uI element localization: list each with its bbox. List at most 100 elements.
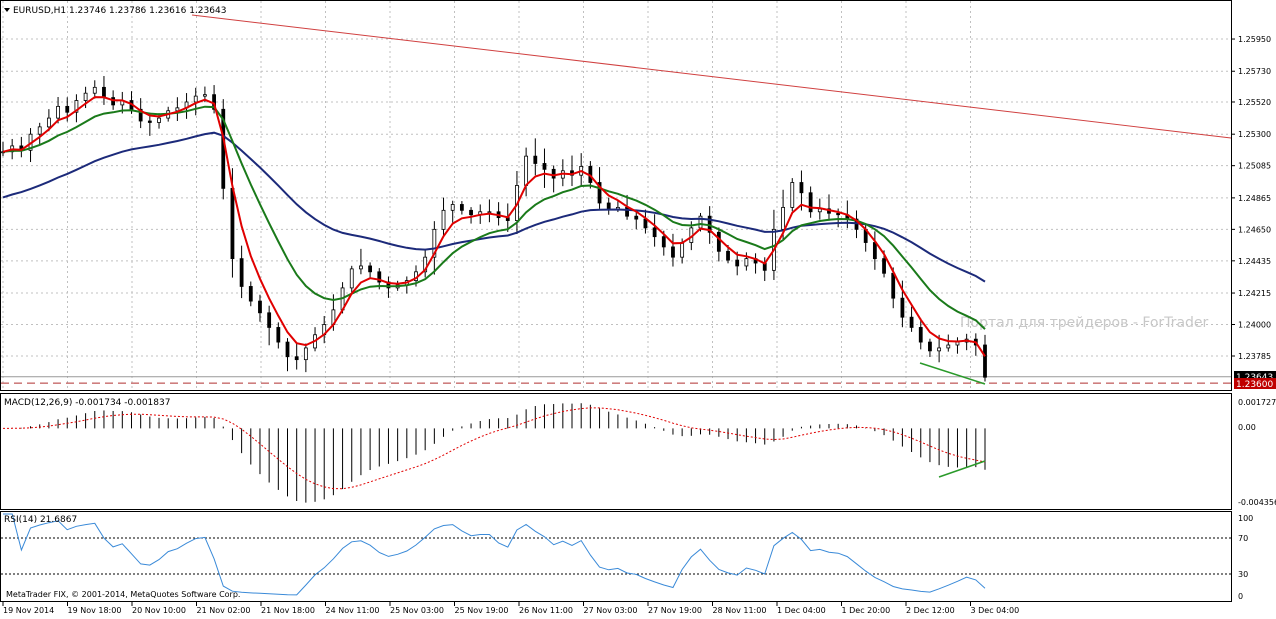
candle-body [909,316,914,328]
candle-body [882,258,886,274]
candle-body [239,258,244,287]
candle-body [551,168,556,179]
price-panel-frame [0,0,1232,391]
candle-body [303,347,308,361]
macd-tick-top: 0.001727 [1238,398,1276,407]
candle-body [680,242,685,258]
candle-body [258,300,262,314]
candle-body [203,94,207,97]
time-tick-label: 3 Dec 04:00 [971,606,1020,615]
candle-body [643,218,648,229]
price-panel[interactable]: Портал для трейдеров - ForTrader 1.25950… [0,0,1276,391]
time-tick-label: 25 Nov 03:00 [390,606,444,615]
candle-body [891,272,896,299]
time-tick-label: 26 Nov 11:00 [519,606,573,615]
candle-body [900,297,905,318]
candle-body [230,187,235,260]
rsi-tick-30: 30 [1238,570,1248,579]
price-header: EURUSD,H1 1.23746 1.23786 1.23616 1.2364… [13,6,226,16]
candle-body [294,356,299,361]
time-tick-label: 20 Nov 10:00 [132,606,186,615]
candle-body [872,242,877,260]
candle-body [781,206,785,230]
time-tick-label: 2 Dec 12:00 [906,606,955,615]
macd-panel[interactable]: MACD(12,26,9) -0.001734 -0.001837 0.0017… [0,393,1276,510]
time-tick-label: 1 Dec 04:00 [777,606,826,615]
candle-body [469,209,473,216]
candle-body [836,212,841,216]
candle-body [359,265,363,270]
candle-body [349,268,354,289]
rsi-tick-0: 0 [1238,592,1243,601]
candle-body [147,120,152,123]
candle-body [983,344,987,378]
candle-body [193,95,198,103]
price-tick-label: 1.25085 [1238,162,1271,171]
candle-body [606,202,611,210]
candle-body [450,204,455,211]
candle-body [276,327,281,343]
macd-header: MACD(12,26,9) -0.001734 -0.001837 [4,398,170,408]
candle-body [459,204,464,211]
candle-body [955,341,960,346]
candle-body [928,341,932,352]
time-tick-label: 28 Nov 11:00 [713,606,767,615]
candle-body [285,341,290,358]
candle-body [634,215,639,220]
rsi-tick-70: 70 [1238,534,1248,543]
price-tick-label: 1.24865 [1238,194,1271,203]
price-tick-label: 1.24435 [1238,257,1271,266]
price-tick-label: 1.25300 [1238,130,1271,139]
candle-body [157,117,161,123]
candle-body [808,192,813,213]
rsi-panel-frame [0,511,1232,602]
time-tick-label: 1 Dec 20:00 [842,606,891,615]
time-tick-label: 27 Nov 19:00 [648,606,702,615]
candle-body [735,259,740,267]
rsi-tick-100: 100 [1238,514,1253,523]
candle-body [542,163,547,170]
candle-body [671,246,675,258]
candle-body [524,155,529,186]
price-axis-ticks: 1.25950 1.25730 1.25520 1.25300 1.25085 1.248… [1231,35,1271,361]
rsi-header: RSI(14) 21.6867 [4,515,77,525]
candle-body [83,92,88,101]
time-tick-label: 27 Nov 03:00 [584,606,638,615]
candle-body [661,236,666,248]
time-tick-label: 21 Nov 18:00 [261,606,315,615]
candle-body [799,182,804,194]
footer-copyright: MetaTrader FIX, © 2001-2014, MetaQuotes … [6,590,240,599]
candle-body [652,227,657,238]
candle-body [726,250,730,261]
price-tick-label: 1.24215 [1238,289,1271,298]
candle-body [625,206,629,217]
candle-body [716,231,721,252]
candle-body [937,347,942,352]
candle-body [56,105,60,119]
candle-body [102,86,106,98]
macd-tick-bottom: -0.004356 [1238,498,1276,507]
candle-body [946,344,951,349]
candle-body [790,182,795,208]
rsi-panel[interactable]: RSI(14) 21.6867 100 70 30 0 MetaTrader F… [0,511,1254,602]
candle-body [918,327,923,343]
candle-body [368,265,373,273]
candle-body [441,209,446,230]
candle-body [533,155,538,164]
time-tick-label: 19 Nov 2014 [3,606,54,615]
trading-chart[interactable]: Портал для трейдеров - ForTrader 1.25950… [0,0,1276,619]
candle-body [65,105,70,113]
time-tick-label: 25 Nov 19:00 [455,606,509,615]
price-tick-label: 1.24650 [1238,225,1271,234]
price-tick-label: 1.25520 [1238,98,1271,107]
price-tick-label: 1.25730 [1238,67,1271,76]
candle-body [267,312,272,328]
time-tick-label: 24 Nov 11:00 [326,606,380,615]
time-axis: 19 Nov 2014 19 Nov 18:00 20 Nov 10:00 21 No… [2,602,1020,615]
price-tick-label: 1.25950 [1238,35,1271,44]
candle-body [744,258,749,267]
price-tag-support: 1.23600 [1236,380,1273,390]
time-tick-label: 21 Nov 02:00 [197,606,251,615]
price-tick-label: 1.23785 [1238,352,1271,361]
candle-body [92,86,97,94]
